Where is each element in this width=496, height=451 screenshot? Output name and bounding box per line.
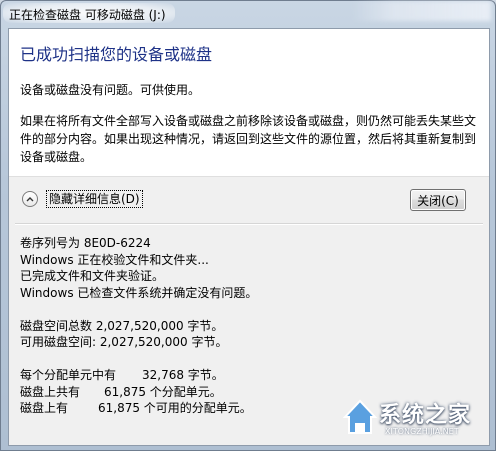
details-bar: 隐藏详细信息(D) 关闭(C) [9, 177, 489, 223]
hide-details-toggle[interactable]: 隐藏详细信息(D) [22, 190, 143, 208]
divider [15, 223, 483, 225]
warning-line: 如果在将所有文件全部写入设备或磁盘之前移除该设备或磁盘，则仍然可能丢失某些文 [20, 114, 477, 128]
summary-panel: 已成功扫描您的设备或磁盘 设备或磁盘没有问题。可供使用。 如果在将所有文件全部写… [9, 29, 489, 177]
title-bar[interactable]: 正在检查磁盘 可移动磁盘 (J:) [1, 1, 495, 27]
watermark-url: XITONGZHIJIA.NET [385, 427, 459, 436]
watermark-text: 系统之家 [379, 403, 472, 428]
total-units-value: 61,875 个分配单元。 [104, 384, 222, 399]
watermark-logo: 系统之家 XITONGZHIJIA.NET [341, 393, 491, 447]
window-controls [351, 1, 491, 21]
checked-line: Windows 已检查文件系统并确定没有问题。 [20, 285, 258, 300]
window-title: 正在检查磁盘 可移动磁盘 (J:) [9, 8, 166, 22]
verifying-line: Windows 正在校验文件和文件夹... [20, 252, 209, 267]
dialog-window: 正在检查磁盘 可移动磁盘 (J:) 已成功扫描您的设备或磁盘 设备或磁盘没有问题… [0, 0, 496, 451]
total-units-label: 磁盘上共有 [20, 384, 81, 399]
warning-line: 设备或磁盘。 [20, 150, 93, 164]
status-text: 设备或磁盘没有问题。可供使用。 [20, 83, 201, 97]
available-space-line: 可用磁盘空间: 2,027,520,000 字节。 [20, 335, 228, 349]
verified-line: 已完成文件和文件夹验证。 [20, 269, 165, 283]
free-units-line: 磁盘上有 61,875 个可用的分配单元。 [20, 400, 257, 417]
warning-line: 件的部分内容。如果出现这种情况，请返回到这些文件的源位置，然后将其重新复制到 [20, 132, 477, 146]
removal-warning: 如果在将所有文件全部写入设备或磁盘之前移除该设备或磁盘，则仍然可能丢失某些文 件… [20, 112, 478, 166]
free-units-label: 磁盘上有 [20, 401, 69, 415]
alloc-unit-line: 每个分配单元中有 32,768 字节。 [20, 367, 257, 384]
chevron-up-icon[interactable] [22, 191, 38, 207]
house-logo-icon [343, 399, 377, 434]
alloc-unit-value: 32,768 字节。 [142, 368, 224, 382]
close-button[interactable]: 关闭(C) [410, 189, 466, 211]
serial-number-line: 卷序列号为 8E0D-6224 [20, 236, 151, 250]
free-units-value: 61,875 个可用的分配单元。 [98, 401, 252, 415]
hide-details-label[interactable]: 隐藏详细信息(D) [46, 190, 143, 208]
result-headline: 已成功扫描您的设备或磁盘 [20, 45, 213, 64]
alloc-unit-label: 每个分配单元中有 [20, 368, 117, 382]
scan-log: 卷序列号为 8E0D-6224 Windows 正在校验文件和文件夹... 已完… [20, 235, 257, 417]
total-space-line: 磁盘空间总数 2,027,520,000 字节。 [20, 318, 224, 333]
total-units-line: 磁盘上共有 61,875 个分配单元。 [20, 384, 257, 401]
dialog-client-area: 已成功扫描您的设备或磁盘 设备或磁盘没有问题。可供使用。 如果在将所有文件全部写… [8, 28, 490, 446]
